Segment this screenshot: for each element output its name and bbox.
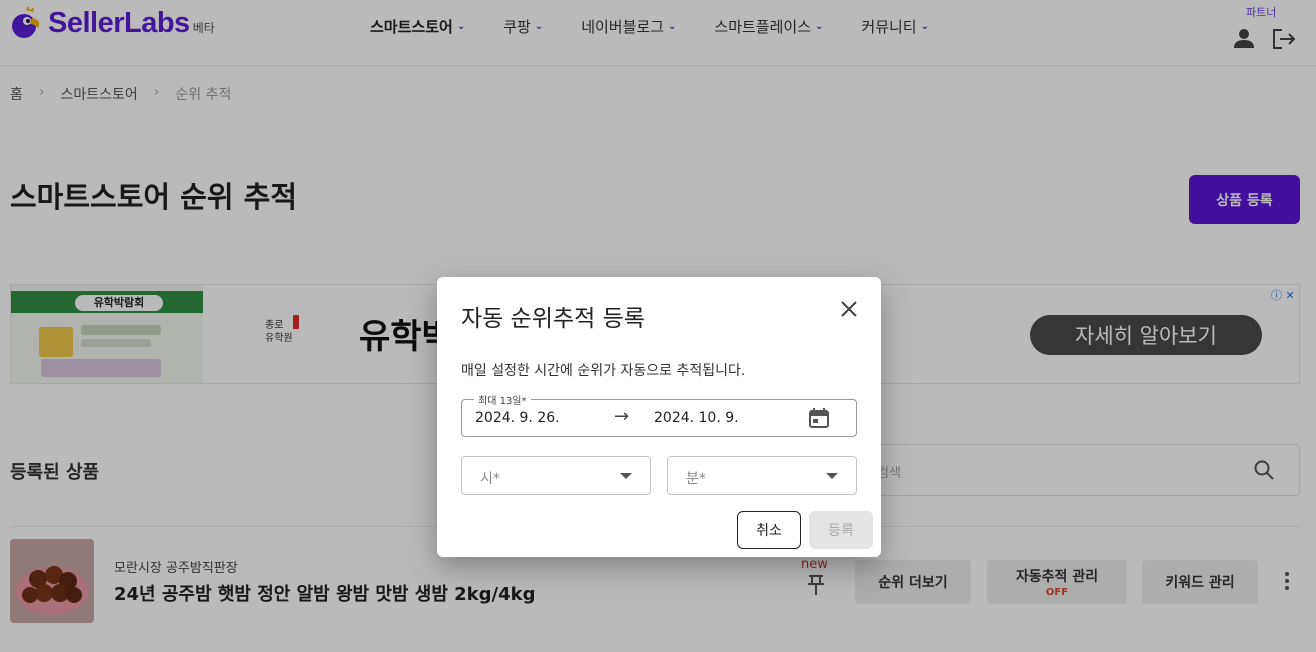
calendar-icon[interactable]: [808, 407, 830, 429]
dialog-title: 자동 순위추적 등록: [461, 306, 645, 332]
start-date-input[interactable]: 2024. 9. 26.: [475, 410, 560, 426]
minute-select[interactable]: 분*: [667, 456, 857, 495]
arrow-right-icon: →: [614, 406, 630, 427]
date-range-label: 최대 13일*: [474, 392, 531, 407]
close-icon[interactable]: [837, 297, 861, 321]
end-date-input[interactable]: 2024. 10. 9.: [654, 410, 739, 426]
hour-select[interactable]: 시*: [461, 456, 651, 495]
hour-placeholder: 시*: [480, 471, 500, 487]
minute-placeholder: 분*: [686, 471, 706, 487]
submit-button[interactable]: 등록: [809, 511, 873, 549]
date-range-field[interactable]: 최대 13일* 2024. 9. 26. → 2024. 10. 9.: [461, 392, 857, 437]
caret-down-icon: [826, 473, 838, 479]
caret-down-icon: [620, 473, 632, 479]
auto-rank-track-dialog: 자동 순위추적 등록 매일 설정한 시간에 순위가 자동으로 추적됩니다. 최대…: [437, 277, 881, 557]
cancel-button[interactable]: 취소: [737, 511, 801, 549]
dialog-description: 매일 설정한 시간에 순위가 자동으로 추적됩니다.: [461, 363, 746, 379]
